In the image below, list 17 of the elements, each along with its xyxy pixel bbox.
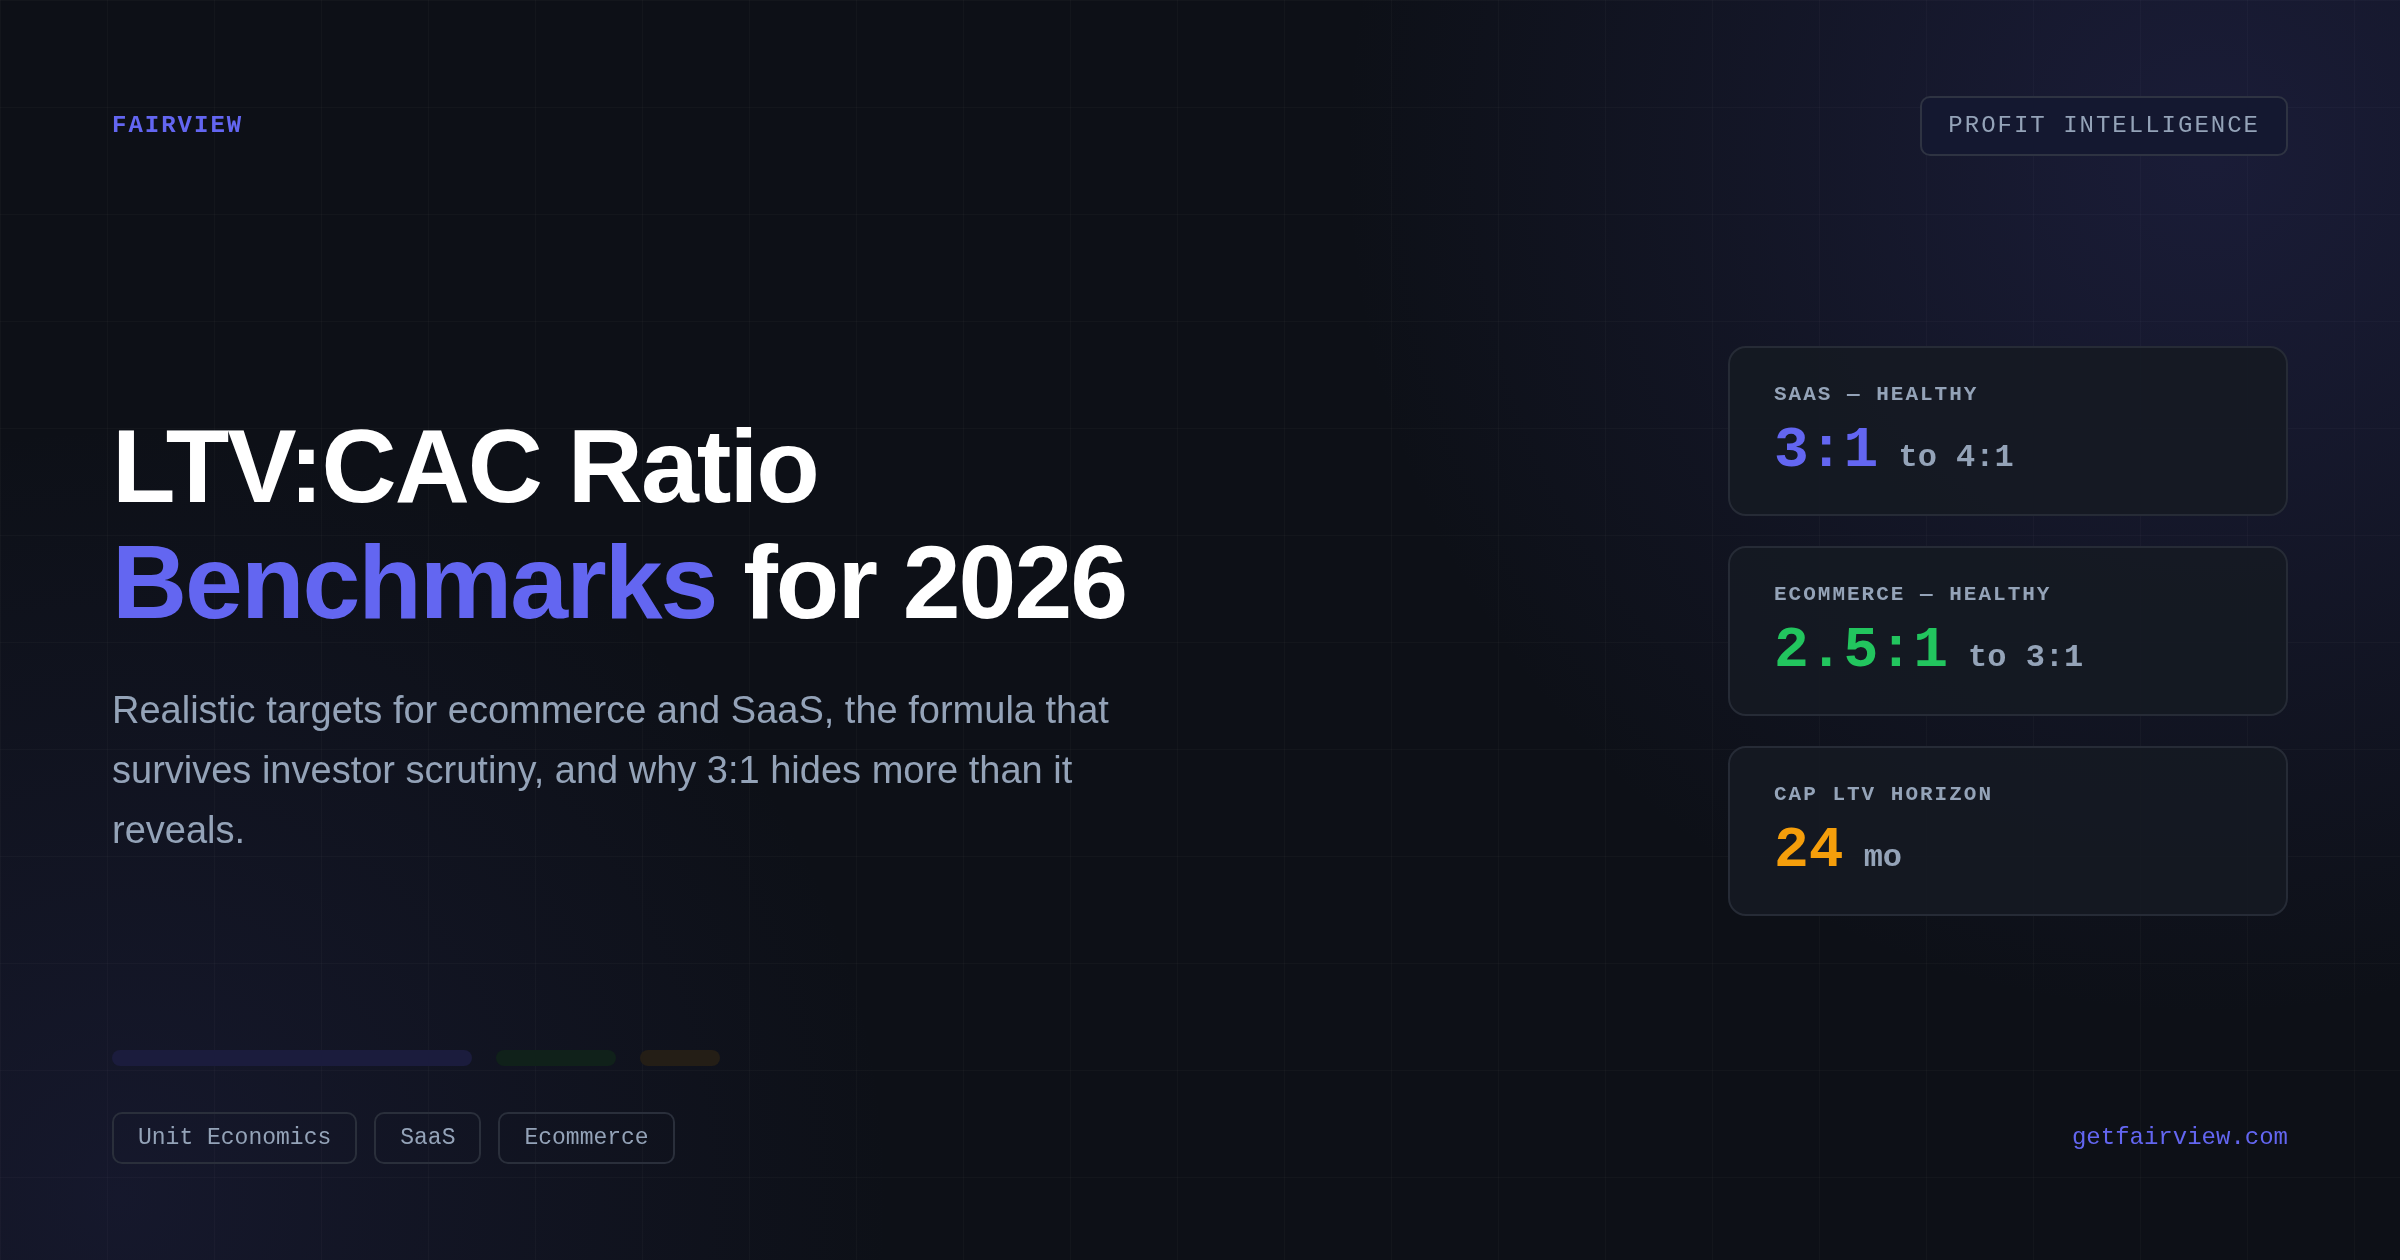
website-link[interactable]: getfairview.com [2071, 1120, 2288, 1156]
stat-value: 24 [1774, 818, 1844, 883]
stat-range: to 3:1 [1968, 637, 2084, 678]
topic-tag: Ecommerce [498, 1112, 675, 1164]
subtitle: Realistic targets for ecommerce and SaaS, the formula that survives investor scrutiny, and why 3:1 hides more than it reveals. [112, 688, 1110, 853]
stat-value: 3:1 [1774, 418, 1879, 483]
stat-label: ECOMMERCE — HEALTHY [1774, 582, 2053, 609]
topic-tag: SaaS [374, 1112, 482, 1164]
stat-label: SAAS — HEALTHY [1774, 382, 1980, 409]
category-badge: PROFIT INTELLIGENCE [1920, 96, 2288, 156]
page-title: LTV:CAC Ratio Benchmarks for 2026 [112, 408, 1128, 640]
topic-tag: Unit Economics [112, 1112, 358, 1164]
stat-label: CAP LTV HORIZON [1774, 782, 1995, 809]
brand-name: FAIRVIEW [112, 111, 244, 141]
stat-range: mo [1863, 837, 1903, 878]
stat-range: to 4:1 [1898, 437, 2014, 478]
stat-value: 2.5:1 [1774, 618, 1949, 683]
